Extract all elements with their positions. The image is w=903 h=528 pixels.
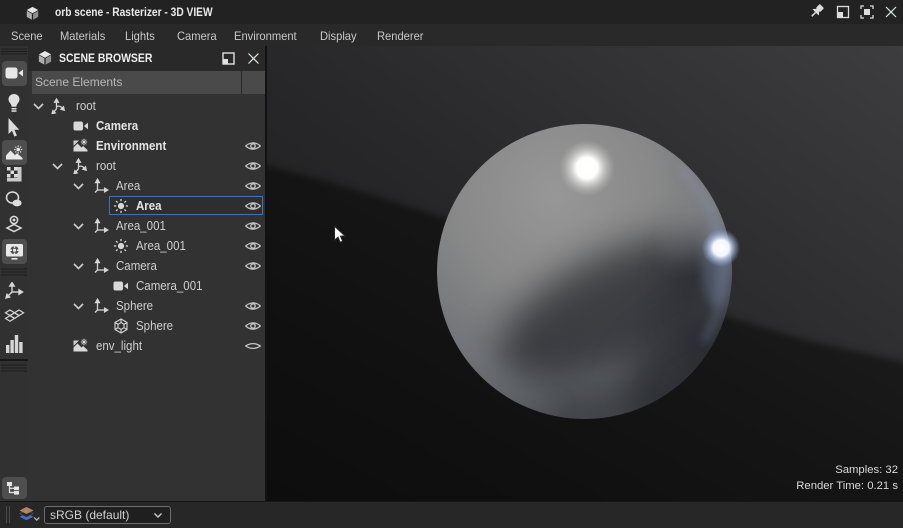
svg-text:Render Time: 0.21 s: Render Time: 0.21 s — [796, 480, 898, 492]
svg-text:Samples: 32: Samples: 32 — [835, 464, 898, 476]
